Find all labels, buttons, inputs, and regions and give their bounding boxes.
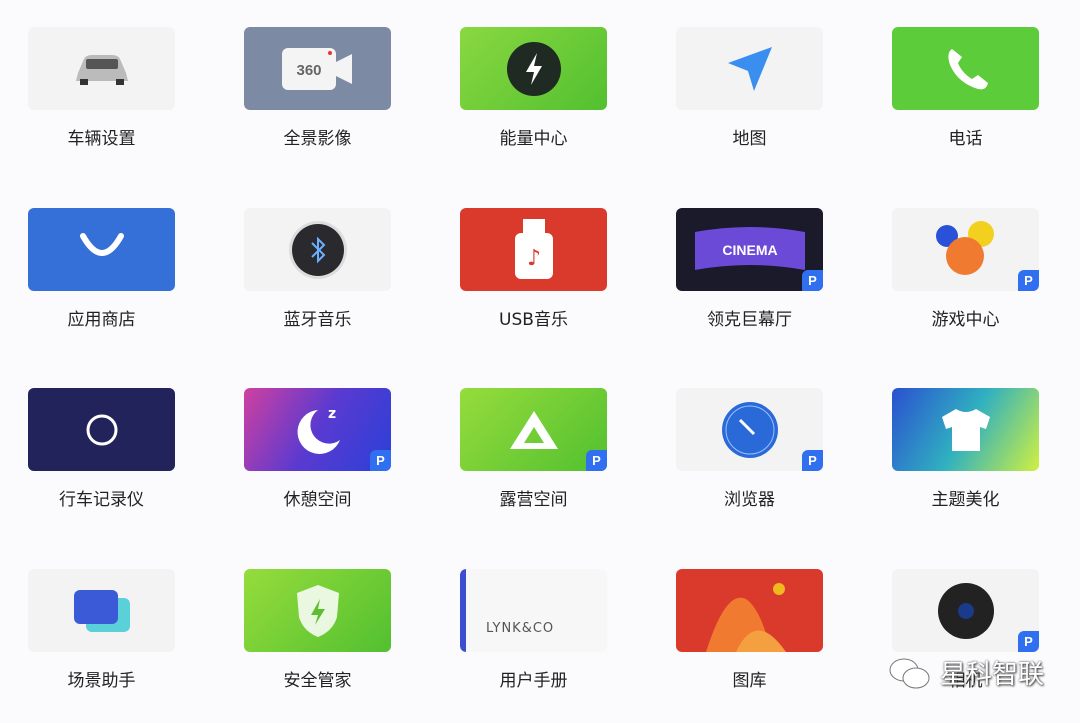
app-scene-cards[interactable]: 场景助手 <box>28 569 175 709</box>
app-label: 用户手册 <box>499 671 568 691</box>
app-tile[interactable] <box>28 388 175 471</box>
app-label: 休憩空间 <box>283 490 352 510</box>
p-badge: P <box>586 450 607 471</box>
tent-icon <box>504 405 564 455</box>
app-label: 电话 <box>948 129 983 149</box>
app-manual[interactable]: LYNK&CO 用户手册 <box>460 569 607 709</box>
app-tile[interactable] <box>28 569 175 652</box>
car-icon <box>70 47 134 91</box>
wechat-icon <box>889 658 930 688</box>
app-label: 地图 <box>732 129 767 149</box>
app-tile[interactable]: P <box>892 569 1039 652</box>
compass-icon <box>720 400 780 460</box>
app-tile[interactable] <box>28 27 175 110</box>
app-label: 车辆设置 <box>67 129 136 149</box>
app-label: 蓝牙音乐 <box>283 310 352 330</box>
app-label: 安全管家 <box>283 671 352 691</box>
app-tile[interactable] <box>28 208 175 291</box>
usb-music-icon: ♪ <box>511 217 557 283</box>
moon-icon: z <box>288 400 348 460</box>
watermark: 星科智联 <box>888 654 1044 691</box>
svg-text:♪: ♪ <box>526 246 540 271</box>
app-app-store[interactable]: 应用商店 <box>28 208 175 348</box>
app-label: 主题美化 <box>931 490 1000 510</box>
app-tile[interactable]: P <box>460 388 607 471</box>
app-store-icon <box>77 230 127 270</box>
app-car[interactable]: 车辆设置 <box>28 27 175 167</box>
app-tile[interactable] <box>676 569 823 652</box>
game-icon <box>931 220 1001 280</box>
app-navigation-arrow[interactable]: 地图 <box>676 27 823 167</box>
app-label: 游戏中心 <box>931 310 1000 330</box>
app-tile[interactable] <box>892 27 1039 110</box>
app-label: 全景影像 <box>283 129 352 149</box>
scene-cards-icon <box>70 586 134 636</box>
gallery-icon <box>676 569 823 652</box>
app-label: USB音乐 <box>499 310 568 330</box>
360-camera-icon: 360 <box>278 44 358 94</box>
tshirt-icon <box>936 405 996 455</box>
app-label: 应用商店 <box>67 310 136 330</box>
app-tile[interactable] <box>676 27 823 110</box>
cinema-icon: CINEMA <box>685 220 815 280</box>
app-tile[interactable] <box>892 388 1039 471</box>
app-tile[interactable]: P <box>892 208 1039 291</box>
app-gallery[interactable]: 图库 <box>676 569 823 709</box>
app-tile[interactable] <box>460 27 607 110</box>
app-tile[interactable]: P <box>676 388 823 471</box>
svg-text:360: 360 <box>296 62 321 79</box>
camera-icon <box>935 580 997 642</box>
app-360-camera[interactable]: 360 全景影像 <box>244 27 391 167</box>
app-game[interactable]: P 游戏中心 <box>892 208 1039 348</box>
app-tile[interactable] <box>244 569 391 652</box>
app-label: 领克巨幕厅 <box>707 310 792 330</box>
app-shield[interactable]: 安全管家 <box>244 569 391 709</box>
dashcam-icon <box>82 410 122 450</box>
app-label: 行车记录仪 <box>59 490 144 510</box>
navigation-arrow-icon <box>722 41 778 97</box>
app-label: 露营空间 <box>499 490 568 510</box>
p-badge: P <box>370 450 391 471</box>
svg-text:z: z <box>328 406 336 422</box>
app-label: 图库 <box>732 671 767 691</box>
app-compass[interactable]: P 浏览器 <box>676 388 823 528</box>
watermark-text: 星科智联 <box>940 660 1045 690</box>
app-bluetooth[interactable]: 蓝牙音乐 <box>244 208 391 348</box>
app-tile[interactable] <box>244 208 391 291</box>
app-tile[interactable]: zP <box>244 388 391 471</box>
app-moon[interactable]: z P 休憩空间 <box>244 388 391 528</box>
app-label: 场景助手 <box>67 671 136 691</box>
app-label: 能量中心 <box>499 129 568 149</box>
p-badge: P <box>802 450 823 471</box>
p-badge: P <box>1018 270 1039 291</box>
p-badge: P <box>802 270 823 291</box>
app-tile[interactable]: LYNK&CO <box>460 569 607 652</box>
app-lightning[interactable]: 能量中心 <box>460 27 607 167</box>
bluetooth-icon <box>287 219 349 281</box>
phone-icon <box>938 41 994 97</box>
lightning-icon <box>506 41 562 97</box>
app-dashcam[interactable]: 行车记录仪 <box>28 388 175 528</box>
app-tshirt[interactable]: 主题美化 <box>892 388 1039 528</box>
app-cinema[interactable]: CINEMA P 领克巨幕厅 <box>676 208 823 348</box>
app-usb-music[interactable]: ♪ USB音乐 <box>460 208 607 348</box>
app-phone[interactable]: 电话 <box>892 27 1039 167</box>
app-tile[interactable]: CINEMA P <box>676 208 823 291</box>
app-tile[interactable]: ♪ <box>460 208 607 291</box>
app-tile[interactable]: 360 <box>244 27 391 110</box>
app-label: 浏览器 <box>724 490 775 510</box>
svg-text:CINEMA: CINEMA <box>722 242 777 258</box>
app-tent[interactable]: P 露营空间 <box>460 388 607 528</box>
p-badge: P <box>1018 631 1039 652</box>
shield-icon <box>293 581 343 641</box>
